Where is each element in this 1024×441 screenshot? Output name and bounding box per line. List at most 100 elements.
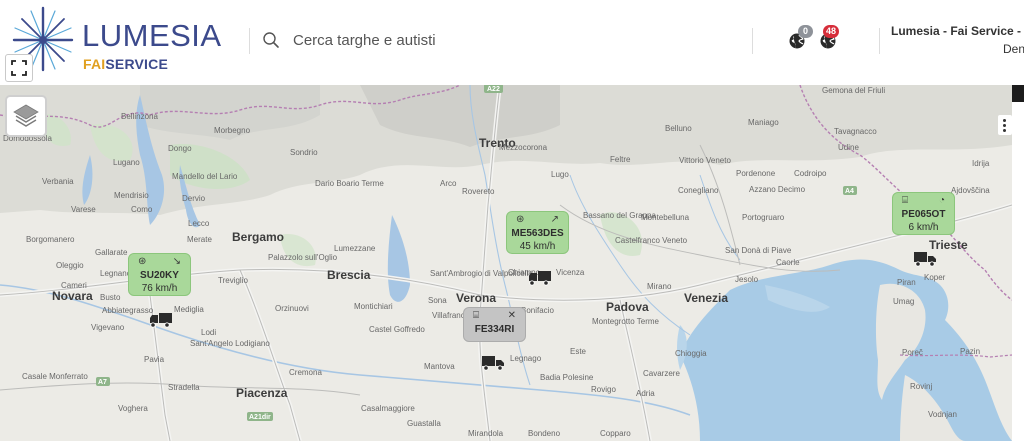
search-box[interactable]: Cerca targhe e autisti — [262, 28, 732, 54]
alert-badge: 48 — [823, 25, 840, 38]
lumesia-logo[interactable]: LUMESIA FAISERVICE — [12, 6, 237, 76]
logo-sub-prefix: FAI — [83, 56, 106, 72]
vehicle-plate: FE334RI — [474, 324, 515, 335]
map-label: Maniago — [748, 118, 779, 127]
map-label: Cameri — [61, 281, 87, 290]
map-label: Sant'Angelo Lodigiano — [190, 339, 270, 348]
map-label: Voghera — [118, 404, 148, 413]
vehicle-plate: SU20KY — [140, 270, 179, 281]
map-label: Oleggio — [56, 261, 84, 270]
map-label: Dario Boario Terme — [315, 179, 384, 188]
vehicle-speed: 45 km/h — [519, 241, 556, 252]
map-label: Chioggia — [675, 349, 707, 358]
map-label: Koper — [924, 273, 946, 282]
vehicle-card-fe334ri[interactable]: ⌸ ✕ FE334RI — [463, 307, 526, 342]
steering-wheel-icon: ⊛ — [516, 214, 525, 225]
map-canvas[interactable]: A22 A7 A21dir A4 Trento Bergamo Brescia … — [0, 85, 1012, 441]
map-label: Lumezzane — [334, 244, 376, 253]
top-header: LUMESIA FAISERVICE Cerca targhe e autist… — [0, 0, 1024, 85]
map-label: Bellinzona — [121, 112, 158, 121]
truck-icon[interactable] — [148, 312, 174, 328]
bed-icon: ⌸ — [473, 310, 479, 321]
truck-icon[interactable] — [527, 270, 553, 286]
vehicle-speed: 76 km/h — [141, 283, 178, 294]
map-label: Adria — [636, 389, 655, 398]
steering-wheel-icon: ⊛ — [138, 256, 147, 267]
fullscreen-icon — [11, 60, 27, 76]
truck-icon[interactable] — [480, 355, 506, 371]
fullscreen-button[interactable] — [5, 54, 33, 82]
map-label: Casalmaggiore — [361, 404, 415, 413]
speedometer-icon: ◔ — [938, 195, 945, 206]
map-label: Belluno — [665, 124, 692, 133]
vehicle-card-me563des[interactable]: ⊛ ↗ ME563DES 45 km/h — [506, 211, 569, 254]
map-label: Mezzocorona — [499, 143, 548, 152]
user-account-sub[interactable]: Den — [1003, 42, 1024, 57]
map-label: Novara — [52, 289, 93, 303]
user-account-name[interactable]: Lumesia - Fai Service - — [891, 24, 1021, 39]
map-label: Guastalla — [407, 419, 441, 428]
vehicle-card-pe065ot[interactable]: ⌸ ◔ PE065OT 6 km/h — [892, 192, 955, 235]
map-label: Borgomanero — [26, 235, 75, 244]
notification-badge: 0 — [798, 25, 813, 38]
map-label: Gallarate — [95, 248, 128, 257]
map-label: Este — [570, 347, 587, 356]
map-label: Dongo — [168, 144, 192, 153]
map-label: Mediglia — [174, 305, 204, 314]
vehicle-card-su20ky[interactable]: ⊛ ↘ SU20KY 76 km/h — [128, 253, 191, 296]
map-label: Copparo — [600, 429, 631, 438]
map-label: San Donà di Piave — [725, 246, 792, 255]
tools-icon: ✕ — [507, 310, 516, 321]
map-label: Piran — [897, 278, 916, 287]
right-panel-edge — [1012, 85, 1024, 441]
map-label: Mirandola — [468, 429, 504, 438]
right-panel-tab[interactable] — [1012, 85, 1024, 102]
map-label: Legnago — [510, 354, 542, 363]
map-label: Vittorio Veneto — [679, 156, 731, 165]
map-label: Lecco — [188, 219, 210, 228]
map-label: Stradella — [168, 383, 200, 392]
map-label: Montichiari — [354, 302, 393, 311]
svg-text:A21dir: A21dir — [249, 414, 271, 421]
map-label: Badia Polesine — [540, 373, 594, 382]
map-layers-button[interactable] — [5, 95, 47, 137]
map-label: Rovigo — [591, 385, 616, 394]
header-divider — [249, 28, 250, 54]
map-label: Pazin — [960, 347, 981, 356]
map-label: Cremona — [289, 368, 322, 377]
map-label: Padova — [606, 300, 649, 314]
map-label: Como — [131, 205, 153, 214]
bed-icon: ⌸ — [902, 195, 908, 206]
map-label: Mendrisio — [114, 191, 149, 200]
map-label: Pavia — [144, 355, 165, 364]
map-label: Mantova — [424, 362, 455, 371]
map-label: Tavagnacco — [834, 127, 877, 136]
map-label: Conegliano — [678, 186, 719, 195]
map-label: Feltre — [610, 155, 631, 164]
map-label: Codroipo — [794, 169, 827, 178]
map-label: Umag — [893, 297, 915, 306]
map-label: Gemona del Friuli — [822, 86, 886, 95]
map-label: Sona — [428, 296, 447, 305]
map-label: Mandello del Lario — [172, 172, 238, 181]
more-options-icon[interactable] — [998, 115, 1012, 135]
map-label: Orzinuovi — [275, 304, 309, 313]
map-label: Abbiategrasso — [102, 306, 154, 315]
map-label: Verona — [456, 291, 497, 305]
map-label: Mirano — [647, 282, 672, 291]
map-label: Vigevano — [91, 323, 125, 332]
truck-icon[interactable] — [912, 251, 938, 267]
logo-subtitle: FAISERVICE — [83, 56, 168, 72]
map-label: Busto — [100, 293, 121, 302]
vehicle-speed: 6 km/h — [908, 222, 939, 233]
map-label: Palazzolo sull'Oglio — [268, 253, 338, 262]
logo-sub-suffix: SERVICE — [105, 56, 168, 72]
map-label: Legnano — [100, 269, 132, 278]
map-label: Dervio — [182, 194, 206, 203]
map-label: Udine — [838, 143, 859, 152]
search-input[interactable]: Cerca targhe e autisti — [293, 31, 436, 51]
header-divider — [879, 28, 880, 54]
map-label: Azzano Decimo — [749, 185, 806, 194]
map-label: Ajdovščina — [951, 186, 990, 195]
map-label: Jesolo — [735, 275, 759, 284]
